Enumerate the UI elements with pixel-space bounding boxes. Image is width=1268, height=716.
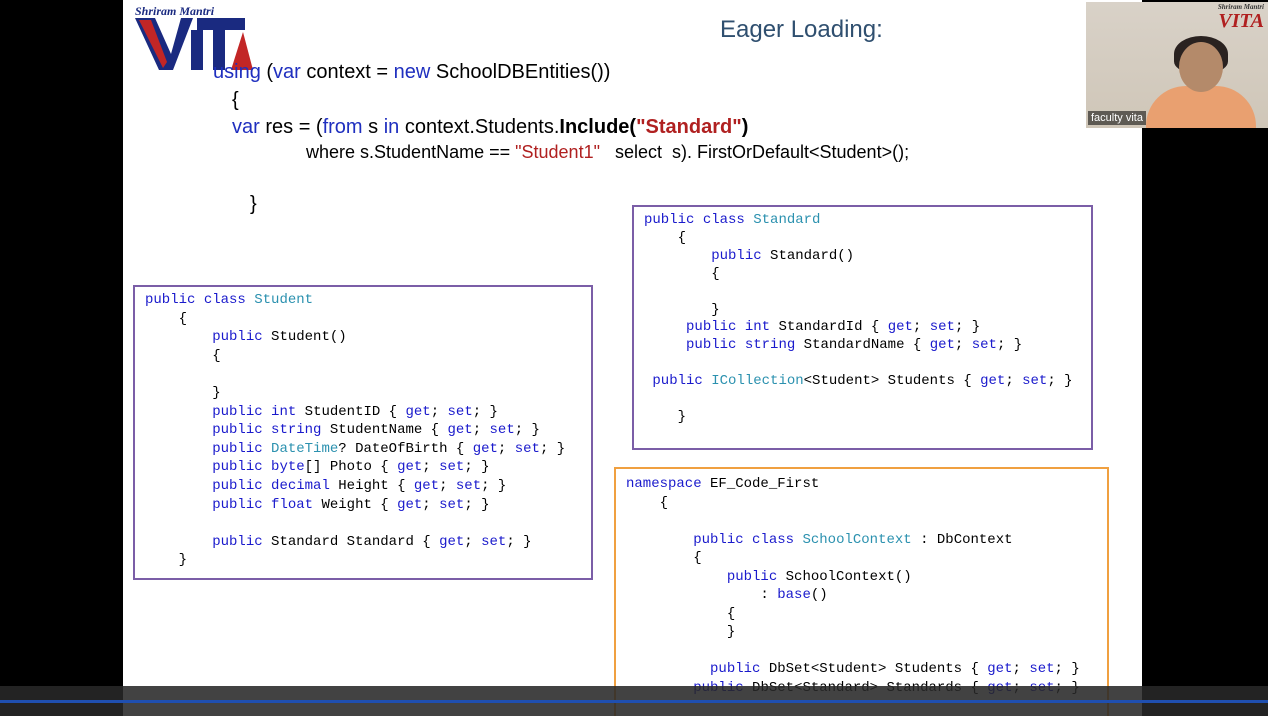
webcam-feed: Shriram Mantri VITA faculty vita: [1086, 2, 1268, 128]
code-line: public class Standard: [644, 212, 821, 228]
code-line: namespace EF_Code_First: [626, 476, 820, 492]
code-line: public Standard(): [711, 247, 855, 264]
school-context-code-box: namespace EF_Code_First { public class S…: [614, 467, 1109, 716]
code-line: public decimal Height { get; set; }: [212, 478, 507, 494]
webcam-vita-logo: Shriram Mantri VITA: [1217, 3, 1264, 32]
presenter-face: [1179, 42, 1223, 92]
presenter-body: [1146, 86, 1256, 128]
standard-class-code-box: public class Standard { public Standard(…: [632, 205, 1093, 450]
code-line: {: [644, 229, 687, 246]
code-line: public string StudentName { get; set; }: [212, 422, 540, 439]
code-line: }: [626, 624, 736, 640]
code-line: }: [644, 408, 687, 425]
code-line: public class Student: [145, 292, 314, 308]
code-line-using: using (var context = new SchoolDBEntitie…: [213, 61, 611, 83]
code-line: public float Weight { get; set; }: [212, 496, 490, 513]
code-line: {: [626, 550, 702, 566]
code-line-query: var res = (from s in context.Students.In…: [232, 116, 749, 138]
video-progress-track[interactable]: [0, 700, 1268, 703]
code-line: public ICollection<Student> Students { g…: [652, 373, 1073, 390]
student-class-code-box: public class Student { public Student() …: [133, 285, 593, 580]
code-line: public string StandardName { get; set; }: [686, 337, 1023, 354]
code-line: public class SchoolContext : DbContext: [693, 531, 1013, 548]
code-line: {: [626, 605, 736, 622]
code-line-where: where s.StudentName == "Student1" select…: [306, 142, 910, 162]
code-line: public Student(): [212, 329, 347, 346]
code-line: }: [145, 385, 221, 401]
code-line: public int StandardId { get; set; }: [686, 319, 981, 336]
code-line: public int StudentID { get; set; }: [212, 403, 498, 420]
code-line: {: [145, 347, 221, 364]
code-line: public SchoolContext(): [726, 568, 912, 585]
video-control-bar[interactable]: [0, 686, 1268, 716]
code-line: public Standard Standard { get; set; }: [212, 533, 532, 550]
presentation-slide: Shriram Mantri Eager Loading: using (var…: [123, 0, 1142, 716]
code-line: {: [644, 265, 720, 282]
code-line: public DateTime? DateOfBirth { get; set;…: [212, 440, 566, 457]
participant-name-label: faculty vita: [1088, 111, 1146, 125]
code-line: public byte[] Photo { get; set; }: [212, 459, 490, 476]
slide-title: Eager Loading:: [720, 16, 883, 43]
code-line: : base(): [626, 587, 828, 603]
code-line-open-brace: {: [232, 89, 239, 111]
code-line: }: [145, 552, 188, 569]
code-line: {: [145, 310, 188, 327]
code-line-close-brace: }: [250, 193, 257, 215]
code-line: {: [626, 494, 669, 511]
code-line: }: [644, 301, 720, 318]
code-line: public DbSet<Student> Students { get; se…: [710, 661, 1080, 677]
